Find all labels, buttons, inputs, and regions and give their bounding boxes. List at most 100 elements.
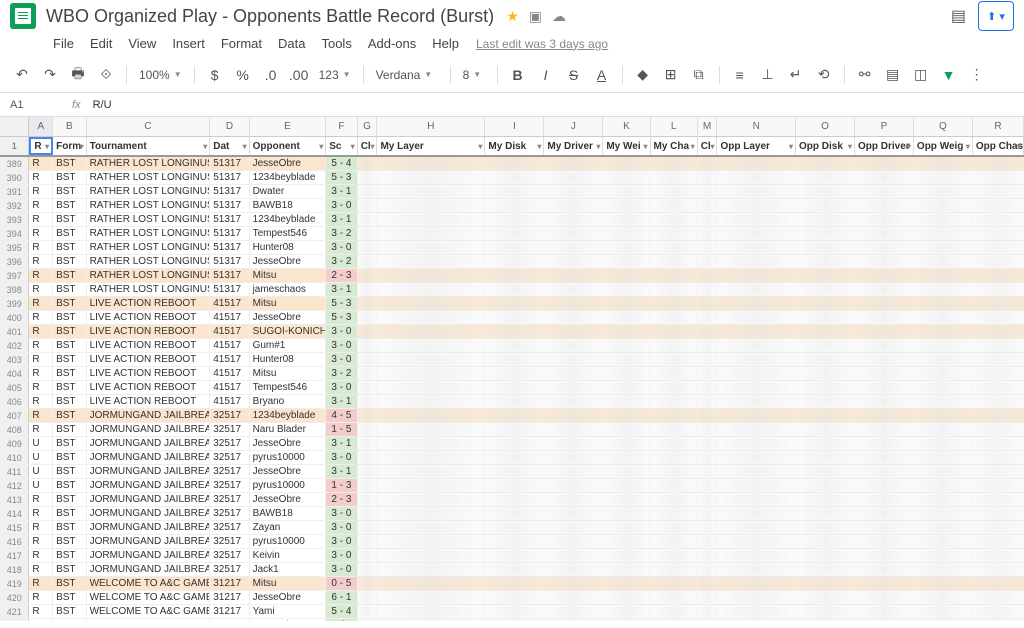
cell[interactable]	[377, 605, 485, 618]
cell[interactable]	[796, 451, 855, 464]
cell[interactable]: R	[29, 297, 53, 310]
cell[interactable]	[855, 255, 914, 268]
cell[interactable]: LIVE ACTION REBOOT	[87, 381, 211, 394]
cell[interactable]	[855, 549, 914, 562]
row-number[interactable]: 402	[0, 339, 29, 352]
cell[interactable]: BST	[53, 241, 86, 254]
cell[interactable]	[544, 591, 603, 604]
cell[interactable]	[914, 577, 973, 590]
font-select[interactable]: Verdana▼	[372, 68, 442, 82]
cell[interactable]	[914, 507, 973, 520]
cell[interactable]: 51317	[210, 241, 249, 254]
cell[interactable]	[377, 171, 485, 184]
cell[interactable]: RATHER LOST LONGINUS	[87, 213, 211, 226]
cloud-icon[interactable]: ☁	[552, 8, 566, 25]
column-letter[interactable]: P	[855, 117, 914, 136]
cell[interactable]: RATHER LOST LONGINUS	[87, 171, 211, 184]
cell[interactable]	[485, 563, 544, 576]
cell[interactable]: JORMUNGAND JAILBREAK	[87, 521, 211, 534]
cell[interactable]: U	[29, 465, 53, 478]
cell[interactable]	[973, 619, 1024, 621]
cell[interactable]	[796, 437, 855, 450]
cell[interactable]	[603, 269, 650, 282]
cell[interactable]	[485, 409, 544, 422]
percent-button[interactable]: %	[231, 63, 255, 87]
cell[interactable]	[358, 185, 378, 198]
cell[interactable]: Yami	[250, 605, 327, 618]
cell[interactable]: JesseObre	[250, 437, 327, 450]
filter-icon[interactable]: ▾	[80, 142, 84, 151]
cell[interactable]: R	[29, 619, 53, 621]
cell[interactable]	[914, 325, 973, 338]
filter-button[interactable]: ▼	[937, 63, 961, 87]
row-number[interactable]: 396	[0, 255, 29, 268]
cell[interactable]	[796, 227, 855, 240]
cell[interactable]	[544, 563, 603, 576]
cell[interactable]: 51317	[210, 269, 249, 282]
cell[interactable]	[603, 227, 650, 240]
cell[interactable]	[698, 199, 718, 212]
cell[interactable]	[377, 199, 485, 212]
cell[interactable]	[698, 339, 718, 352]
menu-help[interactable]: Help	[425, 34, 466, 53]
cell[interactable]: Mitsu	[250, 367, 327, 380]
cell[interactable]	[914, 465, 973, 478]
cell[interactable]	[651, 493, 698, 506]
cell[interactable]: R	[29, 213, 53, 226]
cell[interactable]: 32517	[210, 507, 249, 520]
cell[interactable]	[914, 213, 973, 226]
cell[interactable]	[544, 409, 603, 422]
cell[interactable]	[717, 395, 796, 408]
cell[interactable]	[544, 297, 603, 310]
filter-icon[interactable]: ▾	[848, 142, 852, 151]
cell[interactable]	[651, 549, 698, 562]
cell[interactable]	[796, 535, 855, 548]
cell[interactable]	[914, 591, 973, 604]
cell[interactable]	[603, 325, 650, 338]
column-header[interactable]: Opp Disk▾	[796, 137, 855, 155]
cell[interactable]: Zayan	[250, 521, 327, 534]
cell[interactable]	[358, 451, 378, 464]
cell[interactable]	[717, 171, 796, 184]
cell[interactable]	[603, 619, 650, 621]
cell[interactable]: pyrus10000	[250, 451, 327, 464]
cell[interactable]	[796, 283, 855, 296]
cell[interactable]	[485, 451, 544, 464]
cell[interactable]	[855, 339, 914, 352]
cell[interactable]	[651, 367, 698, 380]
cell[interactable]	[603, 605, 650, 618]
cell[interactable]	[973, 521, 1024, 534]
share-button[interactable]: ⬆ ▾	[978, 1, 1014, 31]
cell[interactable]	[544, 353, 603, 366]
cell[interactable]	[485, 255, 544, 268]
cell[interactable]: LIVE ACTION REBOOT	[87, 339, 211, 352]
cell[interactable]	[377, 339, 485, 352]
filter-icon[interactable]: ▾	[370, 142, 374, 151]
row-number[interactable]: 391	[0, 185, 29, 198]
cell[interactable]	[485, 395, 544, 408]
row-number[interactable]: 417	[0, 549, 29, 562]
cell[interactable]	[698, 465, 718, 478]
cell[interactable]: 3 - 1	[326, 437, 358, 450]
cell[interactable]	[698, 283, 718, 296]
cell[interactable]	[796, 619, 855, 621]
cell[interactable]: Tempest546	[250, 227, 327, 240]
cell[interactable]	[914, 395, 973, 408]
cell[interactable]	[698, 563, 718, 576]
cell[interactable]	[973, 577, 1024, 590]
cell[interactable]: JORMUNGAND JAILBREAK	[87, 437, 211, 450]
cell[interactable]	[796, 591, 855, 604]
cell[interactable]	[651, 507, 698, 520]
cell[interactable]	[914, 409, 973, 422]
column-letter[interactable]: O	[796, 117, 855, 136]
cell[interactable]	[603, 381, 650, 394]
cell[interactable]	[973, 409, 1024, 422]
cell[interactable]: R	[29, 199, 53, 212]
cell[interactable]	[485, 339, 544, 352]
cell[interactable]	[717, 241, 796, 254]
cell[interactable]: BST	[53, 381, 86, 394]
cell[interactable]: JORMUNGAND JAILBREAK	[87, 479, 211, 492]
cell[interactable]	[603, 185, 650, 198]
move-icon[interactable]: ▣	[529, 8, 542, 25]
cell[interactable]: U	[29, 479, 53, 492]
